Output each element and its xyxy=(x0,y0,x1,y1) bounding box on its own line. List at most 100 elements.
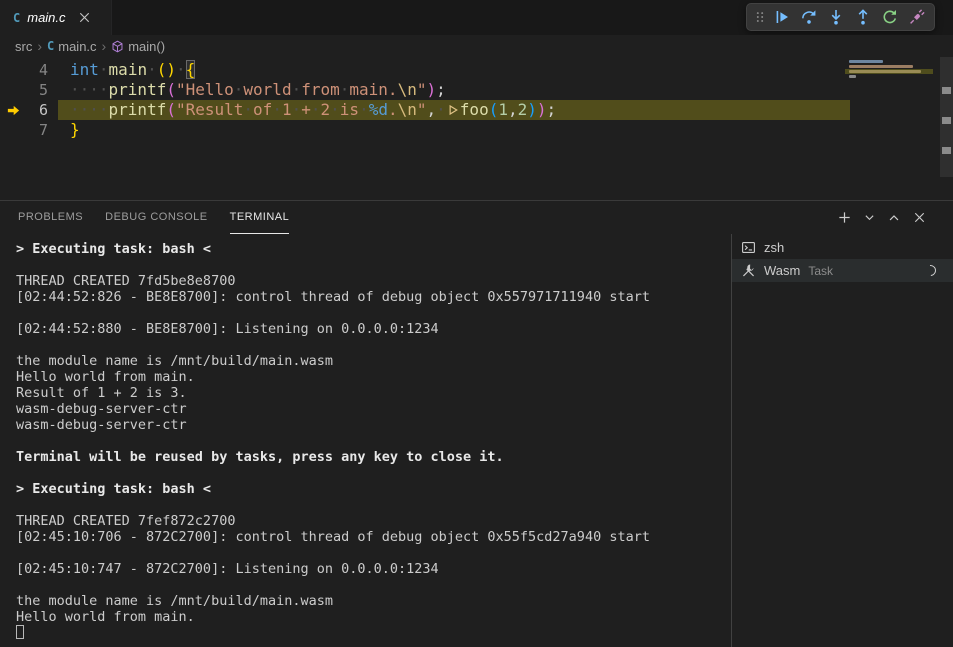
terminal-list-item-zsh[interactable]: zsh xyxy=(732,236,953,259)
terminal-line: the module name is /mnt/build/main.wasm xyxy=(16,353,731,369)
code-token: ( xyxy=(489,100,499,119)
code-line[interactable]: 4int·main·()·{ xyxy=(0,60,953,80)
code-line[interactable]: 5····printf("Hello·world·from·main.\n"); xyxy=(0,80,953,100)
new-terminal-button[interactable] xyxy=(837,210,852,225)
code-token: ···· xyxy=(70,100,109,119)
terminal-line: wasm-debug-server-ctr xyxy=(16,417,731,433)
terminal-line xyxy=(16,305,731,321)
code-token: · xyxy=(272,100,282,119)
code-token: · xyxy=(292,100,302,119)
bottom-panel: PROBLEMS DEBUG CONSOLE TERMINAL > Executin… xyxy=(0,200,953,647)
minimap-line-mark xyxy=(849,60,883,63)
terminal-line: > Executing task: bash < xyxy=(16,241,731,257)
code-token: 2 xyxy=(518,100,528,119)
terminal-line: > Executing task: bash < xyxy=(16,481,731,497)
terminal-line xyxy=(16,497,731,513)
step-over-button[interactable] xyxy=(796,5,821,29)
terminal-cursor xyxy=(16,625,24,639)
panel-actions xyxy=(837,210,935,225)
panel-tab-problems[interactable]: PROBLEMS xyxy=(18,201,83,234)
terminal-line: [02:44:52:880 - BE8E8700]: Listening on … xyxy=(16,321,731,337)
debug-toolbar xyxy=(746,3,935,31)
chevron-right-icon: › xyxy=(102,38,107,54)
panel-tab-terminal[interactable]: TERMINAL xyxy=(230,201,290,234)
code-token: · xyxy=(436,100,446,119)
code-token: from xyxy=(301,80,340,99)
disconnect-button[interactable] xyxy=(904,5,929,29)
code-line[interactable]: 7} xyxy=(0,120,953,140)
code-token: main. xyxy=(349,80,397,99)
code-token: · xyxy=(99,60,109,79)
terminal-line: [02:45:10:747 - 872C2700]: Listening on … xyxy=(16,561,731,577)
terminal-line xyxy=(16,577,731,593)
code-token: ; xyxy=(436,80,446,99)
breadcrumb-label: src xyxy=(15,39,32,54)
terminal-output[interactable]: > Executing task: bash < THREAD CREATED … xyxy=(0,234,731,647)
code-token: } xyxy=(70,120,80,139)
code-token: is xyxy=(340,100,359,119)
terminal-list-item-wasm[interactable]: WasmTask xyxy=(732,259,953,282)
symbol-method-icon xyxy=(111,40,124,53)
minimap-line-mark xyxy=(849,65,913,68)
code-token: · xyxy=(243,100,253,119)
step-into-button[interactable] xyxy=(823,5,848,29)
code-token: %d xyxy=(369,100,388,119)
code-token: " xyxy=(417,100,427,119)
terminal-line: wasm-debug-server-ctr xyxy=(16,401,731,417)
code-token: 1 xyxy=(282,100,292,119)
loading-spinner-icon xyxy=(923,263,938,278)
code-token: · xyxy=(340,80,350,99)
code-token: world xyxy=(243,80,291,99)
breadcrumb-item-src[interactable]: src xyxy=(15,39,32,54)
toolbar-gripper-icon[interactable] xyxy=(752,8,767,26)
code-token: int xyxy=(70,60,99,79)
gutter-space xyxy=(0,80,26,100)
vscode-window: C main.c src › Cmain.c › main() 4int·main·()… xyxy=(0,0,953,647)
editor[interactable]: 4int·main·()·{5····printf("Hello·world·f… xyxy=(0,57,953,200)
code-token: of xyxy=(253,100,272,119)
gutter-space xyxy=(0,120,26,140)
minimap[interactable] xyxy=(845,57,940,189)
breadcrumb-item-main-c[interactable]: Cmain.c xyxy=(47,39,97,54)
code-token: · xyxy=(359,100,369,119)
code-token: 2 xyxy=(321,100,331,119)
panel-tab-debug-console[interactable]: DEBUG CONSOLE xyxy=(105,201,207,234)
code-token: ; xyxy=(547,100,557,119)
restart-button[interactable] xyxy=(877,5,902,29)
terminal-line xyxy=(16,465,731,481)
terminal-label: Wasm xyxy=(764,263,800,278)
tools-icon xyxy=(741,263,758,278)
launch-profile-dropdown-button[interactable] xyxy=(863,211,876,224)
code-token: ···· xyxy=(70,80,109,99)
inline-run-icon[interactable] xyxy=(447,104,459,116)
code-token: ( xyxy=(166,100,176,119)
code-token: printf xyxy=(109,100,167,119)
minimap-line-mark xyxy=(849,75,856,78)
minimap-line-mark xyxy=(849,70,921,73)
terminal-line: THREAD CREATED 7fd5be8e8700 xyxy=(16,273,731,289)
panel-tabs: PROBLEMS DEBUG CONSOLE TERMINAL xyxy=(18,201,311,234)
breadcrumb-item-main[interactable]: main() xyxy=(111,39,165,54)
continue-button[interactable] xyxy=(769,5,794,29)
close-panel-button[interactable] xyxy=(912,210,927,225)
tab-close-icon[interactable] xyxy=(77,10,92,25)
maximize-panel-button[interactable] xyxy=(887,211,901,225)
code-token: \n xyxy=(398,80,417,99)
terminal-line: Hello world from main. xyxy=(16,369,731,385)
overview-ruler-mark xyxy=(942,117,951,124)
step-out-button[interactable] xyxy=(850,5,875,29)
chevron-right-icon: › xyxy=(37,38,42,54)
editor-lines: 4int·main·()·{5····printf("Hello·world·f… xyxy=(0,57,953,140)
code-line[interactable]: 6····printf("Result·of·1·+·2·is·%d.\n",·… xyxy=(0,100,953,120)
editor-tab-main-c[interactable]: C main.c xyxy=(0,0,112,35)
c-language-icon: C xyxy=(13,11,20,25)
code-token: ( xyxy=(166,80,176,99)
code-token: "Hello xyxy=(176,80,234,99)
code-text: ····printf("Hello·world·from·main.\n"); xyxy=(70,80,446,100)
code-token: foo xyxy=(460,100,489,119)
breadcrumb-label: main() xyxy=(128,39,165,54)
code-token: · xyxy=(176,60,186,79)
terminal-sidebar: zshWasmTask xyxy=(731,234,953,647)
code-token: . xyxy=(388,100,398,119)
code-token: ) xyxy=(537,100,547,119)
